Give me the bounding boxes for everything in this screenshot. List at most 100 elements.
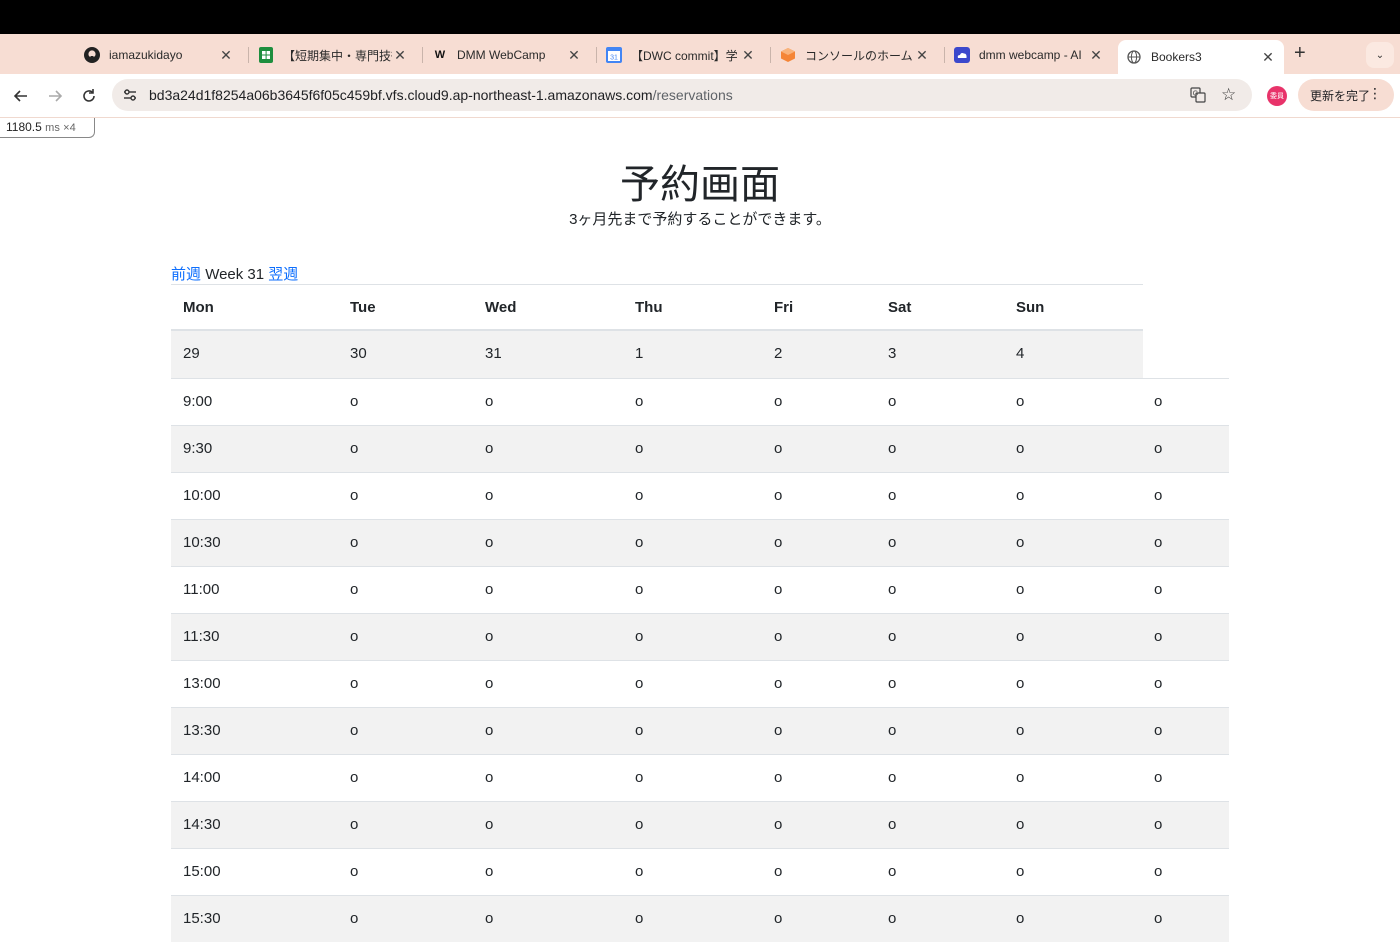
close-tab-icon[interactable]: ✕ (1260, 49, 1276, 66)
slot-available[interactable]: o (350, 581, 358, 598)
slot-available[interactable]: o (1016, 769, 1024, 786)
slot-available[interactable]: o (635, 816, 643, 833)
slot-available[interactable]: o (350, 769, 358, 786)
slot-available[interactable]: o (635, 487, 643, 504)
slot-available[interactable]: o (350, 863, 358, 880)
slot-available[interactable]: o (1016, 910, 1024, 927)
slot-available[interactable]: o (774, 675, 782, 692)
slot-available[interactable]: o (888, 534, 896, 551)
close-tab-icon[interactable]: ✕ (566, 47, 582, 64)
slot-available[interactable]: o (635, 393, 643, 410)
slot-available[interactable]: o (774, 769, 782, 786)
update-button[interactable]: 更新を完了 ⋮ (1298, 79, 1394, 111)
slot-available[interactable]: o (1016, 440, 1024, 457)
slot-available[interactable]: o (350, 534, 358, 551)
forward-button[interactable] (44, 85, 66, 107)
slot-available[interactable]: o (485, 393, 493, 410)
slot-available[interactable]: o (888, 910, 896, 927)
slot-available[interactable]: o (635, 534, 643, 551)
slot-available[interactable]: o (888, 487, 896, 504)
slot-available[interactable]: o (350, 440, 358, 457)
slot-available[interactable]: o (774, 816, 782, 833)
slot-available[interactable]: o (485, 487, 493, 504)
slot-available[interactable]: o (485, 628, 493, 645)
slot-available[interactable]: o (888, 581, 896, 598)
slot-available[interactable]: o (1154, 393, 1162, 410)
slot-available[interactable]: o (485, 675, 493, 692)
close-tab-icon[interactable]: ✕ (392, 47, 408, 64)
slot-available[interactable]: o (1016, 628, 1024, 645)
close-tab-icon[interactable]: ✕ (914, 47, 930, 64)
tab-dmm-webcamp[interactable]: W DMM WebCamp ✕ (424, 40, 590, 70)
slot-available[interactable]: o (485, 581, 493, 598)
slot-available[interactable]: o (350, 487, 358, 504)
slot-available[interactable]: o (774, 910, 782, 927)
slot-available[interactable]: o (888, 393, 896, 410)
slot-available[interactable]: o (635, 440, 643, 457)
slot-available[interactable]: o (1154, 440, 1162, 457)
back-button[interactable] (10, 85, 32, 107)
slot-available[interactable]: o (888, 816, 896, 833)
slot-available[interactable]: o (888, 628, 896, 645)
slot-available[interactable]: o (635, 581, 643, 598)
slot-available[interactable]: o (774, 393, 782, 410)
slot-available[interactable]: o (1016, 722, 1024, 739)
slot-available[interactable]: o (1154, 675, 1162, 692)
slot-available[interactable]: o (1154, 910, 1162, 927)
slot-available[interactable]: o (888, 769, 896, 786)
slot-available[interactable]: o (774, 863, 782, 880)
tab-aws-console[interactable]: コンソールのホーム | ✕ (772, 40, 938, 70)
slot-available[interactable]: o (1154, 863, 1162, 880)
slot-available[interactable]: o (1016, 863, 1024, 880)
slot-available[interactable]: o (1154, 581, 1162, 598)
slot-available[interactable]: o (485, 534, 493, 551)
slot-available[interactable]: o (635, 863, 643, 880)
slot-available[interactable]: o (485, 440, 493, 457)
prev-week-link[interactable]: 前週 (171, 266, 201, 283)
slot-available[interactable]: o (1016, 534, 1024, 551)
slot-available[interactable]: o (774, 440, 782, 457)
slot-available[interactable]: o (350, 910, 358, 927)
slot-available[interactable]: o (1154, 487, 1162, 504)
slot-available[interactable]: o (485, 816, 493, 833)
slot-available[interactable]: o (774, 534, 782, 551)
slot-available[interactable]: o (350, 675, 358, 692)
slot-available[interactable]: o (485, 863, 493, 880)
tab-github[interactable]: iamazukidayo ✕ (76, 40, 242, 70)
slot-available[interactable]: o (350, 722, 358, 739)
tab-dwc-commit[interactable]: 31 【DWC commit】学 ✕ (598, 40, 764, 70)
close-tab-icon[interactable]: ✕ (1088, 47, 1104, 64)
reload-button[interactable] (78, 85, 100, 107)
tab-search-button[interactable]: ⌄ (1366, 42, 1394, 68)
close-tab-icon[interactable]: ✕ (740, 47, 756, 64)
slot-available[interactable]: o (888, 722, 896, 739)
slot-available[interactable]: o (635, 675, 643, 692)
slot-available[interactable]: o (485, 722, 493, 739)
new-tab-icon[interactable]: + (1294, 42, 1306, 65)
slot-available[interactable]: o (635, 910, 643, 927)
slot-available[interactable]: o (350, 816, 358, 833)
next-week-link[interactable]: 翌週 (268, 266, 298, 283)
slot-available[interactable]: o (1154, 769, 1162, 786)
slot-available[interactable]: o (1016, 393, 1024, 410)
slot-available[interactable]: o (774, 581, 782, 598)
slot-available[interactable]: o (1154, 534, 1162, 551)
slot-available[interactable]: o (485, 910, 493, 927)
tab-dmm-webcamp-aws[interactable]: dmm webcamp - AI ✕ (946, 40, 1112, 70)
translate-icon[interactable]: G (1190, 87, 1206, 108)
slot-available[interactable]: o (1154, 816, 1162, 833)
slot-available[interactable]: o (774, 722, 782, 739)
address-bar[interactable]: bd3a24d1f8254a06b3645f6f05c459bf.vfs.clo… (112, 79, 1252, 111)
slot-available[interactable]: o (635, 628, 643, 645)
slot-available[interactable]: o (774, 628, 782, 645)
slot-available[interactable]: o (350, 628, 358, 645)
avatar[interactable]: 委員 (1267, 86, 1287, 106)
site-settings-icon[interactable] (122, 87, 138, 108)
slot-available[interactable]: o (1016, 581, 1024, 598)
slot-available[interactable]: o (1016, 816, 1024, 833)
close-tab-icon[interactable]: ✕ (218, 47, 234, 64)
tab-sheets[interactable]: 【短期集中・専門技術 ✕ (250, 40, 416, 70)
slot-available[interactable]: o (888, 863, 896, 880)
slot-available[interactable]: o (635, 769, 643, 786)
slot-available[interactable]: o (1154, 722, 1162, 739)
